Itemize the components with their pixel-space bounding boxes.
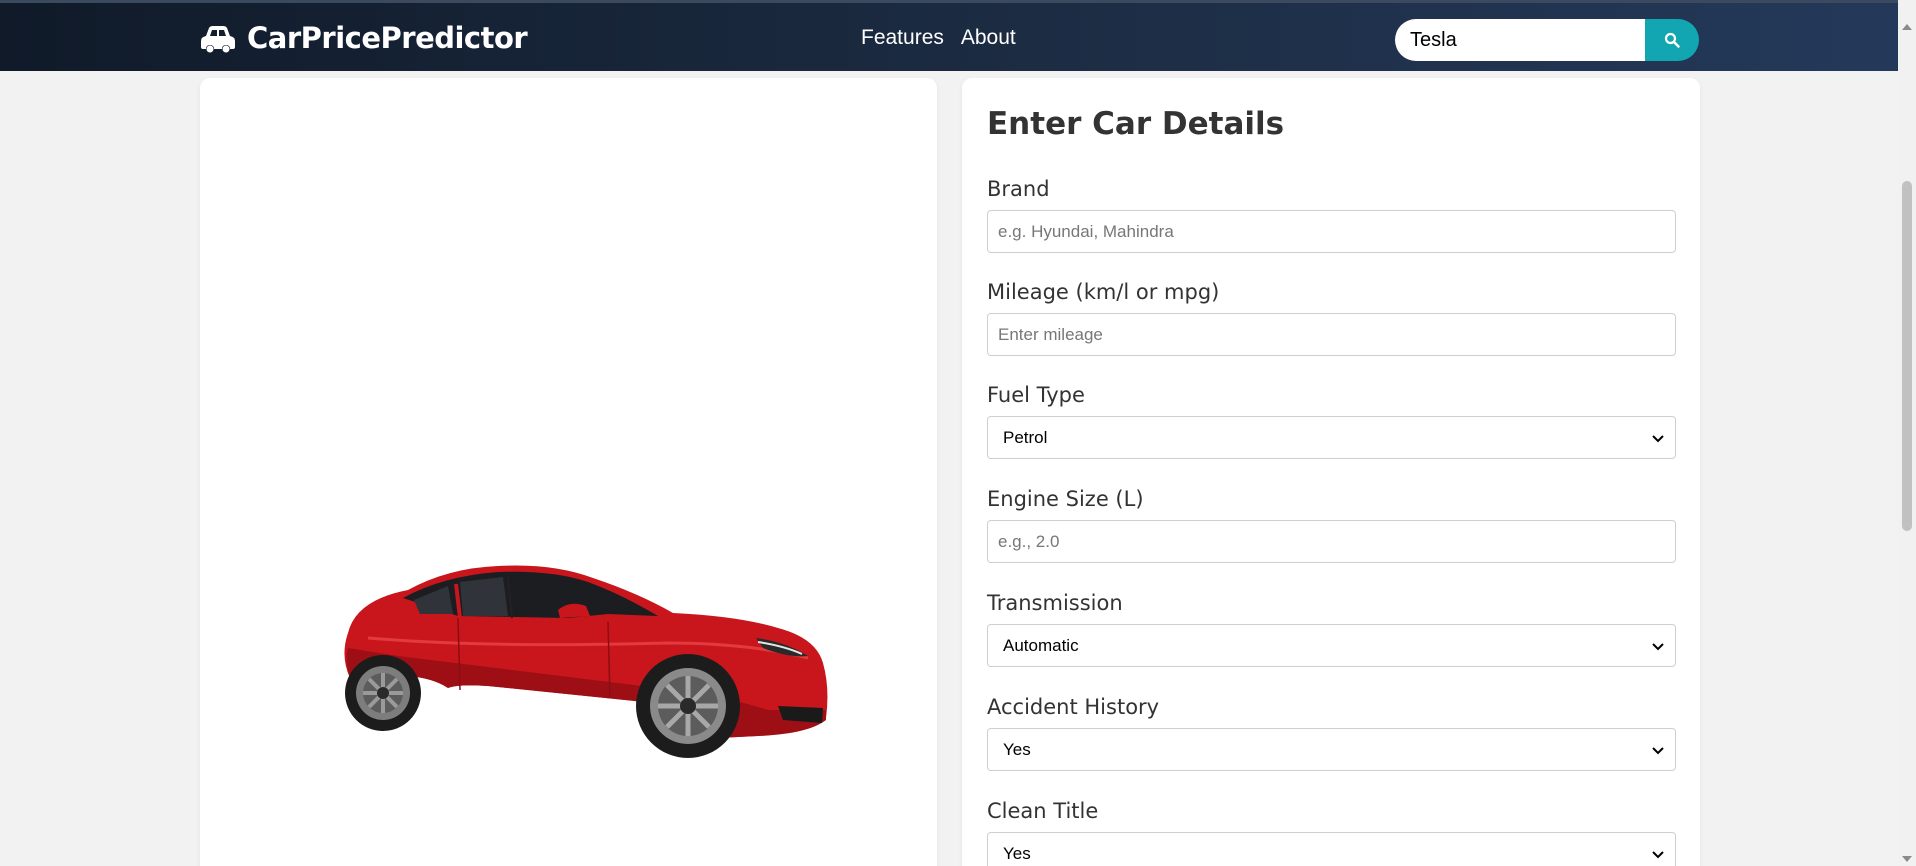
fuel-type-select[interactable]: Petrol	[987, 416, 1676, 459]
engine-size-label: Engine Size (L)	[987, 487, 1144, 511]
search-input[interactable]	[1395, 19, 1645, 61]
engine-size-input[interactable]	[987, 520, 1676, 563]
nav-link-features[interactable]: Features	[861, 26, 944, 50]
transmission-value: Automatic	[1003, 635, 1079, 655]
chevron-down-icon	[1652, 434, 1664, 442]
scroll-up-arrow-icon[interactable]	[1902, 24, 1912, 30]
clean-title-label: Clean Title	[987, 799, 1099, 823]
brand-label: Brand	[987, 177, 1050, 201]
mileage-label: Mileage (km/l or mpg)	[987, 280, 1220, 304]
car-details-form: Enter Car Details Brand Mileage (km/l or…	[962, 78, 1700, 866]
scroll-down-arrow-icon[interactable]	[1902, 856, 1912, 862]
brand-input[interactable]	[987, 210, 1676, 253]
car-preview-panel	[200, 78, 937, 866]
car-3d-model-image[interactable]	[338, 538, 876, 763]
search-bar	[1395, 19, 1699, 61]
scrollbar-thumb[interactable]	[1902, 181, 1912, 531]
fuel-type-label: Fuel Type	[987, 383, 1085, 407]
chevron-down-icon	[1652, 850, 1664, 858]
accident-history-value: Yes	[1003, 739, 1031, 759]
brand[interactable]: CarPricePredictor	[199, 21, 528, 55]
brand-name: CarPricePredictor	[247, 21, 528, 55]
search-button[interactable]	[1645, 19, 1699, 61]
transmission-select[interactable]: Automatic	[987, 624, 1676, 667]
clean-title-value: Yes	[1003, 843, 1031, 863]
chevron-down-icon	[1652, 746, 1664, 754]
mileage-input[interactable]	[987, 313, 1676, 356]
page-scrollbar[interactable]	[1898, 0, 1916, 866]
accident-history-select[interactable]: Yes	[987, 728, 1676, 771]
accident-history-label: Accident History	[987, 695, 1160, 719]
car-logo-icon	[201, 26, 235, 53]
transmission-label: Transmission	[987, 591, 1123, 615]
form-title: Enter Car Details	[987, 106, 1285, 142]
search-icon	[1664, 32, 1680, 48]
nav-links: Features About	[861, 26, 1016, 50]
fuel-type-value: Petrol	[1003, 427, 1048, 447]
clean-title-select[interactable]: Yes	[987, 832, 1676, 866]
nav-link-about[interactable]: About	[961, 26, 1016, 50]
top-navbar: CarPricePredictor Features About	[0, 0, 1898, 71]
chevron-down-icon	[1652, 642, 1664, 650]
